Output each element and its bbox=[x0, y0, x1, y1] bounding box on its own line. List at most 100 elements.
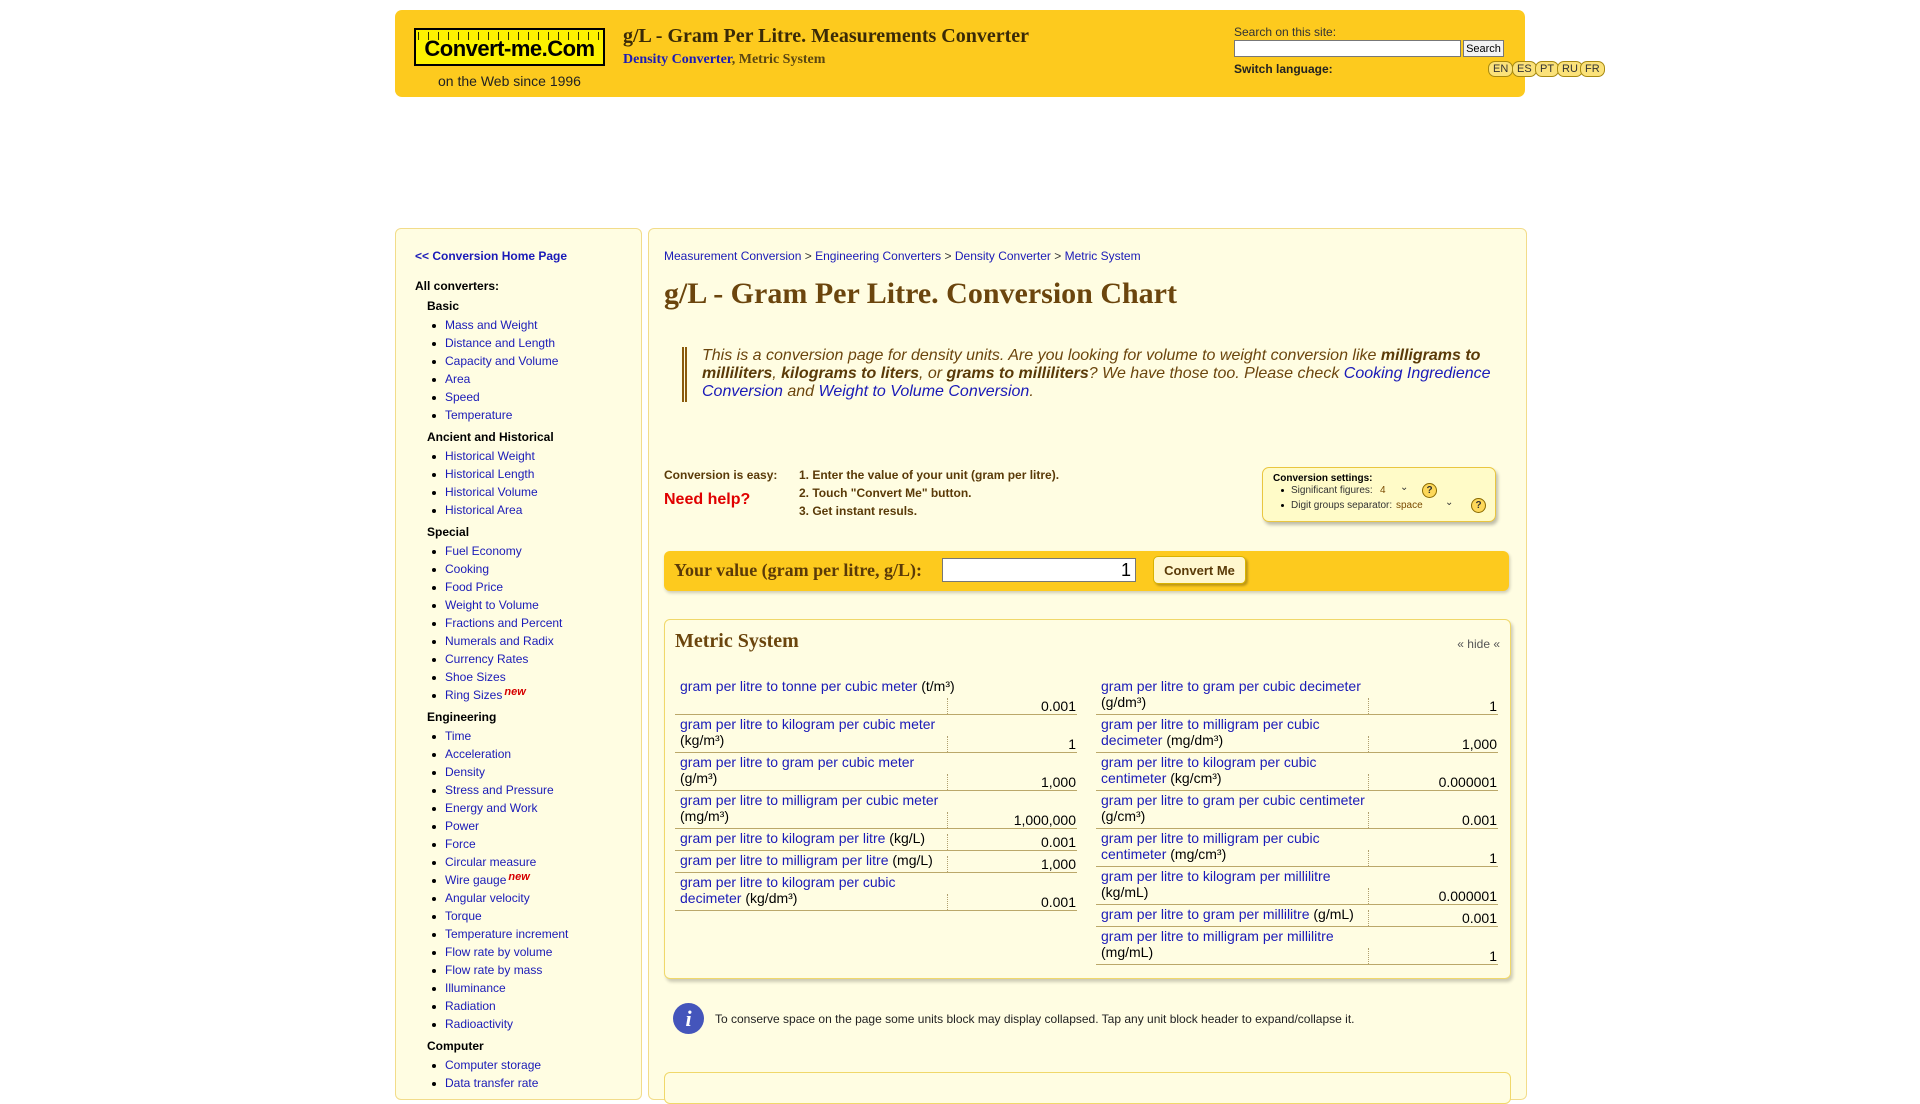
home-link[interactable]: << Conversion Home Page bbox=[415, 249, 567, 263]
conversion-link[interactable]: gram per litre to gram per cubic decimet… bbox=[1101, 678, 1361, 694]
help-icon[interactable]: ? bbox=[1422, 483, 1437, 498]
sidebar-item-radioactivity[interactable]: Radioactivity bbox=[431, 1017, 513, 1031]
sidebar-item-radiation[interactable]: Radiation bbox=[432, 999, 496, 1013]
lang-es-button[interactable]: ES bbox=[1512, 61, 1537, 77]
intro-text: , bbox=[772, 365, 782, 382]
sidebar-item-temperature[interactable]: Temperature bbox=[431, 408, 512, 422]
sidebar-item-cooking[interactable]: Cooking bbox=[431, 562, 489, 576]
weight-to-volume-link[interactable]: Weight to Volume Conversion bbox=[819, 383, 1030, 400]
conversion-name: gram per litre to gram per millilitre (g… bbox=[1101, 906, 1376, 922]
sidebar-item-historical-area[interactable]: Historical Area bbox=[431, 503, 523, 517]
sidebar-item-distance-and-length[interactable]: Distance and Length bbox=[431, 336, 556, 350]
sidebar-group-title: Basic bbox=[427, 299, 460, 313]
site-logo[interactable]: Convert-me.Com on the Web since 1996 bbox=[414, 28, 605, 92]
breadcrumb-metric-system[interactable]: Metric System bbox=[1065, 249, 1141, 263]
lang-fr-button[interactable]: FR bbox=[1580, 61, 1605, 77]
sidebar-item-historical-volume[interactable]: Historical Volume bbox=[432, 485, 538, 499]
sidebar-item-computer-storage[interactable]: Computer storage bbox=[431, 1058, 542, 1072]
sidebar-item-currency-rates[interactable]: Currency Rates bbox=[431, 652, 528, 666]
sidebar-item-capacity-and-volume[interactable]: Capacity and Volume bbox=[431, 354, 558, 368]
sidebar-item-temperature-increment[interactable]: Temperature increment bbox=[431, 927, 568, 941]
significant-figures-select[interactable]: 4 bbox=[1380, 485, 1386, 496]
sidebar-item-illuminance[interactable]: Illuminance bbox=[432, 981, 506, 995]
conversion-link[interactable]: gram per litre to tonne per cubic meter bbox=[680, 678, 917, 694]
sidebar-item-data-transfer-rate[interactable]: Data transfer rate bbox=[431, 1076, 538, 1090]
conversion-link[interactable]: gram per litre to gram per millilitre bbox=[1101, 906, 1310, 922]
conversion-row: gram per litre to kilogram per cubic cen… bbox=[1096, 754, 1498, 791]
search-button[interactable]: Search bbox=[1463, 40, 1504, 57]
sidebar-item-area[interactable]: Area bbox=[431, 372, 470, 386]
sidebar-item-speed[interactable]: Speed bbox=[432, 390, 480, 404]
sidebar-item-ring-sizes[interactable]: Ring Sizes new bbox=[432, 686, 526, 702]
conversion-row: gram per litre to gram per millilitre (g… bbox=[1096, 906, 1498, 927]
convert-me-button[interactable]: Convert Me bbox=[1153, 556, 1246, 584]
sidebar-item-label: Radiation bbox=[445, 999, 496, 1013]
sidebar-item-label: Historical Area bbox=[445, 503, 523, 517]
conversion-link[interactable]: gram per litre to kilogram per litre bbox=[680, 830, 885, 846]
sidebar-item-shoe-sizes[interactable]: Shoe Sizes bbox=[432, 670, 506, 684]
conversion-link[interactable]: gram per litre to kilogram per millilitr… bbox=[1101, 868, 1331, 884]
conversion-unit: (g/cm³) bbox=[1101, 808, 1146, 824]
breadcrumb-engineering-converters[interactable]: Engineering Converters bbox=[815, 249, 941, 263]
value-input[interactable] bbox=[942, 558, 1136, 582]
help-icon[interactable]: ? bbox=[1471, 498, 1486, 513]
sidebar-item-fractions-and-percent[interactable]: Fractions and Percent bbox=[431, 616, 562, 630]
sidebar-item-angular-velocity[interactable]: Angular velocity bbox=[432, 891, 530, 905]
search-input[interactable] bbox=[1234, 40, 1461, 57]
sidebar-item-label: Numerals and Radix bbox=[445, 634, 554, 648]
breadcrumb-separator: > bbox=[801, 249, 816, 263]
sidebar-item-wire-gauge[interactable]: Wire gauge new bbox=[432, 871, 530, 887]
significant-figures-label: Significant figures: bbox=[1281, 485, 1373, 496]
need-help-link[interactable]: Need help? bbox=[664, 491, 750, 509]
conversion-value: 1 bbox=[1368, 948, 1498, 964]
sidebar-item-power[interactable]: Power bbox=[431, 819, 479, 833]
lang-pt-button[interactable]: PT bbox=[1535, 61, 1560, 77]
breadcrumb-measurement-conversion[interactable]: Measurement Conversion bbox=[664, 249, 801, 263]
lang-en-button[interactable]: EN bbox=[1488, 61, 1514, 77]
sidebar-item-label: Computer storage bbox=[445, 1058, 542, 1072]
sidebar-item-food-price[interactable]: Food Price bbox=[431, 580, 503, 594]
conversion-link[interactable]: gram per litre to milligram per cubic me… bbox=[680, 792, 938, 808]
conversion-link[interactable]: gram per litre to kilogram per cubic met… bbox=[680, 716, 935, 732]
conversion-link[interactable]: gram per litre to gram per cubic centime… bbox=[1101, 792, 1365, 808]
sidebar-item-flow-rate-by-mass[interactable]: Flow rate by mass bbox=[431, 963, 542, 977]
sidebar-item-mass-and-weight[interactable]: Mass and Weight bbox=[432, 318, 538, 332]
metric-system-block: Metric System « hide « gram per litre to… bbox=[664, 619, 1511, 979]
sidebar-item-force[interactable]: Force bbox=[432, 837, 476, 851]
lang-ru-button[interactable]: RU bbox=[1557, 61, 1583, 77]
sidebar-item-label: Historical Weight bbox=[445, 449, 535, 463]
conversion-link[interactable]: gram per litre to gram per cubic meter bbox=[680, 754, 914, 770]
density-converter-link[interactable]: Density Converter bbox=[623, 52, 732, 67]
conversion-name: gram per litre to gram per cubic centime… bbox=[1101, 792, 1376, 824]
sidebar-item-historical-weight[interactable]: Historical Weight bbox=[432, 449, 535, 463]
sidebar-item-numerals-and-radix[interactable]: Numerals and Radix bbox=[432, 634, 554, 648]
conversion-value: 0.001 bbox=[1368, 910, 1498, 926]
metric-block-header[interactable]: Metric System bbox=[675, 630, 799, 653]
sidebar-item-fuel-economy[interactable]: Fuel Economy bbox=[432, 544, 522, 558]
hide-toggle[interactable]: « hide « bbox=[1457, 637, 1500, 651]
settings-title: Conversion settings: bbox=[1273, 473, 1373, 484]
sidebar-item-energy-and-work[interactable]: Energy and Work bbox=[432, 801, 538, 815]
sidebar-group-title: Computer bbox=[427, 1039, 484, 1053]
main-content: Measurement Conversion > Engineering Con… bbox=[648, 228, 1527, 1104]
conversion-name: gram per litre to kilogram per litre (kg… bbox=[680, 830, 955, 846]
conversion-link[interactable]: gram per litre to milligram per millilit… bbox=[1101, 928, 1334, 944]
sidebar-item-circular-measure[interactable]: Circular measure bbox=[431, 855, 536, 869]
conversion-link[interactable]: gram per litre to milligram per litre bbox=[680, 852, 889, 868]
conversion-name: gram per litre to milligram per cubic me… bbox=[680, 792, 955, 824]
sidebar-item-label: Acceleration bbox=[445, 747, 512, 761]
digit-separator-select[interactable]: space bbox=[1396, 500, 1423, 511]
sidebar-item-flow-rate-by-volume[interactable]: Flow rate by volume bbox=[431, 945, 552, 959]
sidebar-item-weight-to-volume[interactable]: Weight to Volume bbox=[432, 598, 539, 612]
instruction-step: 3. Get instant resuls. bbox=[799, 504, 918, 518]
chevron-down-icon: ⌄ bbox=[1400, 482, 1409, 493]
sidebar-item-label: Distance and Length bbox=[445, 336, 556, 350]
conversion-unit: (kg/mL) bbox=[1101, 884, 1149, 900]
sidebar-item-stress-and-pressure[interactable]: Stress and Pressure bbox=[432, 783, 554, 797]
sidebar-item-time[interactable]: Time bbox=[431, 729, 471, 743]
sidebar-item-acceleration[interactable]: Acceleration bbox=[431, 747, 512, 761]
sidebar-item-historical-length[interactable]: Historical Length bbox=[431, 467, 534, 481]
sidebar-item-torque[interactable]: Torque bbox=[432, 909, 482, 923]
sidebar-item-density[interactable]: Density bbox=[431, 765, 485, 779]
breadcrumb-density-converter[interactable]: Density Converter bbox=[955, 249, 1051, 263]
